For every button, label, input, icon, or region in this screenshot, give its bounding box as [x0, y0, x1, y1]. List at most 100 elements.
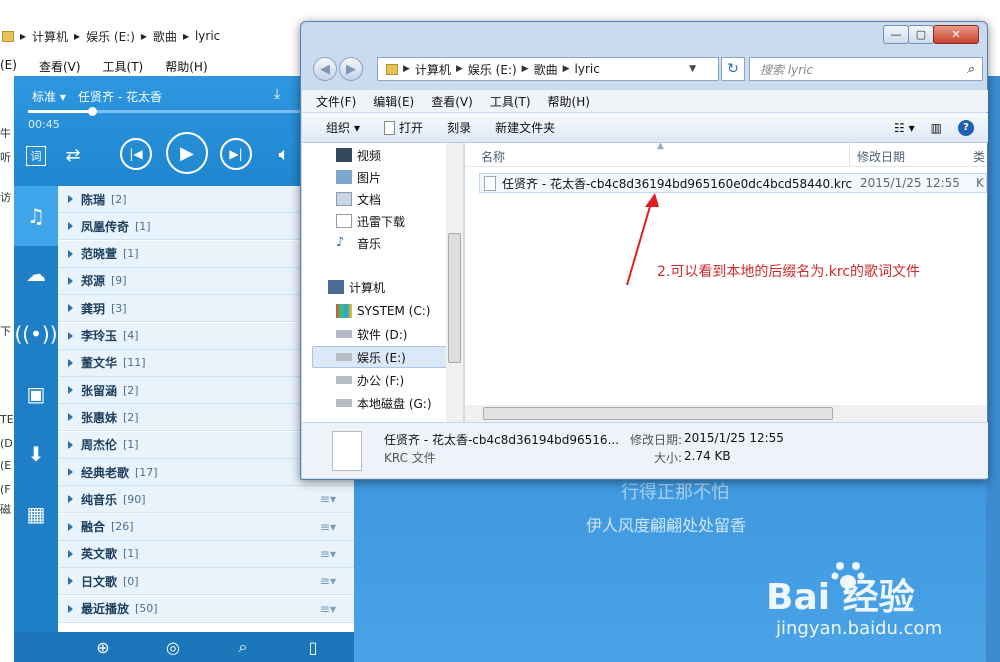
nav-item-drive-d[interactable]: 软件 (D:) [336, 324, 407, 344]
playlist-menu-icon[interactable]: ≡▾ [320, 602, 336, 616]
file-row[interactable]: 任贤齐 - 花太香-cb4c8d36194bd965160e0dc4bcd584… [479, 173, 987, 193]
column-divider[interactable] [849, 143, 850, 167]
previous-track-button[interactable]: |◀ [120, 138, 152, 170]
expand-arrow-icon[interactable] [68, 358, 73, 367]
address-history-dropdown[interactable]: ▼ [689, 64, 696, 74]
nav-item-videos[interactable]: 视频 [336, 145, 381, 165]
playlist-menu-icon[interactable]: ≡▾ [320, 574, 336, 588]
expand-arrow-icon[interactable] [68, 304, 73, 313]
expand-arrow-icon[interactable] [68, 549, 73, 558]
close-button[interactable]: ✕ [933, 25, 979, 44]
sound-mode-dropdown[interactable]: 标准 ▾ [32, 88, 66, 105]
address-segment-lyric[interactable]: lyric [575, 62, 600, 76]
nav-item-drive-c[interactable]: SYSTEM (C:) [336, 301, 430, 321]
nav-item-thunder-downloads[interactable]: 迅雷下载 [336, 211, 405, 231]
breadcrumb-computer[interactable]: 计算机 [32, 28, 68, 45]
title-bar[interactable]: — ▢ ✕ [301, 22, 987, 50]
menu-edit[interactable]: 编辑(E) [373, 93, 414, 110]
background-address-bar[interactable]: ▸ 计算机 ▸ 娱乐 (E:) ▸ 歌曲 ▸ lyric [0, 24, 310, 48]
expand-arrow-icon[interactable] [68, 195, 73, 203]
radio-icon[interactable]: ((•)) [15, 322, 58, 346]
expand-arrow-icon[interactable] [68, 331, 73, 340]
phone-icon[interactable]: ▯ [302, 636, 324, 658]
expand-arrow-icon[interactable] [68, 276, 73, 285]
maximize-button[interactable]: ▢ [908, 25, 934, 44]
expand-arrow-icon[interactable] [68, 522, 73, 531]
nav-item-music[interactable]: ♪ 音乐 [336, 233, 381, 253]
nav-item-computer[interactable]: 计算机 [328, 277, 385, 297]
expand-arrow-icon[interactable] [68, 386, 73, 395]
play-button[interactable]: ▶ [166, 132, 208, 174]
address-bar[interactable]: ▶ 计算机 ▶ 娱乐 (E:) ▶ 歌曲 ▶ lyric ▼ [377, 57, 719, 81]
nav-item-documents[interactable]: 文档 [336, 189, 381, 209]
menu-edit[interactable]: (E) [0, 58, 17, 76]
playlist-menu-icon[interactable]: ≡▾ [320, 492, 336, 506]
open-button[interactable]: 打开 [384, 119, 423, 136]
volume-icon[interactable]: 🔈︎ [272, 142, 296, 166]
lyrics-toggle-icon[interactable]: 词 [26, 146, 46, 166]
music-note-icon[interactable]: ♫ [24, 204, 48, 228]
download-manager-icon[interactable]: ⬇ [24, 442, 48, 466]
expand-arrow-icon[interactable] [68, 468, 73, 476]
minimize-button[interactable]: — [883, 25, 909, 44]
expand-arrow-icon[interactable] [68, 577, 73, 586]
download-icon[interactable]: ⤓ [274, 86, 292, 102]
column-name[interactable]: 名称 [481, 148, 505, 165]
new-folder-button[interactable]: 新建文件夹 [495, 119, 555, 136]
nav-scroll-thumb[interactable] [448, 233, 461, 363]
playlist-menu-icon[interactable]: ≡▾ [320, 547, 336, 561]
expand-arrow-icon[interactable] [68, 249, 73, 258]
video-icon[interactable]: ▣ [24, 382, 48, 406]
playlist-row[interactable]: 最近播放 [50] ≡▾ [58, 595, 354, 623]
add-icon[interactable]: ⊕ [92, 636, 114, 658]
address-segment-computer[interactable]: 计算机 [415, 61, 451, 78]
horizontal-scrollbar[interactable] [465, 405, 987, 422]
playlist-row[interactable]: 日文歌 [0] ≡▾ [58, 568, 354, 596]
next-track-button[interactable]: ▶| [220, 138, 252, 170]
locate-icon[interactable]: ◎ [162, 636, 184, 658]
right-scrollbar[interactable] [986, 76, 1000, 662]
search-icon[interactable]: ⌕ [967, 62, 974, 77]
nav-item-drive-f[interactable]: 办公 (F:) [336, 370, 404, 390]
search-icon[interactable]: ⌕ [232, 636, 254, 658]
playlist-menu-icon[interactable]: ≡▾ [320, 520, 336, 534]
column-date-modified[interactable]: 修改日期 [857, 148, 905, 165]
help-icon[interactable]: ? [958, 119, 974, 136]
cloud-icon[interactable]: ☁ [24, 262, 48, 286]
menu-help[interactable]: 帮助(H) [548, 93, 590, 110]
breadcrumb-lyric[interactable]: lyric [195, 29, 220, 43]
horizontal-scroll-thumb[interactable] [483, 407, 833, 420]
menu-view[interactable]: 查看(V) [39, 58, 81, 76]
nav-scrollbar[interactable] [446, 143, 463, 422]
preview-pane-icon[interactable]: ▥ [931, 121, 942, 135]
back-button[interactable]: ◀ [313, 57, 337, 81]
menu-help[interactable]: 帮助(H) [165, 58, 207, 76]
menu-tools[interactable]: 工具(T) [103, 58, 144, 76]
view-options-icon[interactable]: ☷ ▾ [894, 121, 915, 135]
progress-knob[interactable] [88, 107, 97, 116]
nav-item-pictures[interactable]: 图片 [336, 167, 381, 187]
expand-arrow-icon[interactable] [68, 413, 73, 422]
breadcrumb-drive[interactable]: 娱乐 (E:) [86, 28, 135, 45]
organize-button[interactable]: 组织 ▾ [326, 119, 360, 136]
search-input[interactable]: 搜索 lyric ⌕ [749, 57, 983, 81]
playlist-row[interactable]: 融合 [26] ≡▾ [58, 513, 354, 541]
expand-arrow-icon[interactable] [68, 222, 73, 231]
refresh-icon[interactable]: ↻ [721, 57, 745, 81]
playlist-row[interactable]: 纯音乐 [90] ≡▾ [58, 486, 354, 514]
breadcrumb-songs[interactable]: 歌曲 [153, 28, 177, 45]
column-type[interactable]: 类 [973, 148, 985, 165]
nav-item-drive-e[interactable]: 娱乐 (E:) [336, 347, 406, 367]
expand-arrow-icon[interactable] [68, 495, 73, 504]
shuffle-icon[interactable]: ⇄ [62, 144, 84, 166]
menu-tools[interactable]: 工具(T) [490, 93, 531, 110]
menu-view[interactable]: 查看(V) [431, 93, 473, 110]
address-segment-songs[interactable]: 歌曲 [534, 61, 558, 78]
address-segment-drive[interactable]: 娱乐 (E:) [468, 61, 517, 78]
apps-grid-icon[interactable]: ▦ [24, 502, 48, 526]
expand-arrow-icon[interactable] [68, 604, 73, 613]
burn-button[interactable]: 刻录 [447, 119, 471, 136]
playlist-row[interactable]: 英文歌 [1] ≡▾ [58, 540, 354, 568]
expand-arrow-icon[interactable] [68, 440, 73, 449]
forward-button[interactable]: ▶ [339, 57, 363, 81]
